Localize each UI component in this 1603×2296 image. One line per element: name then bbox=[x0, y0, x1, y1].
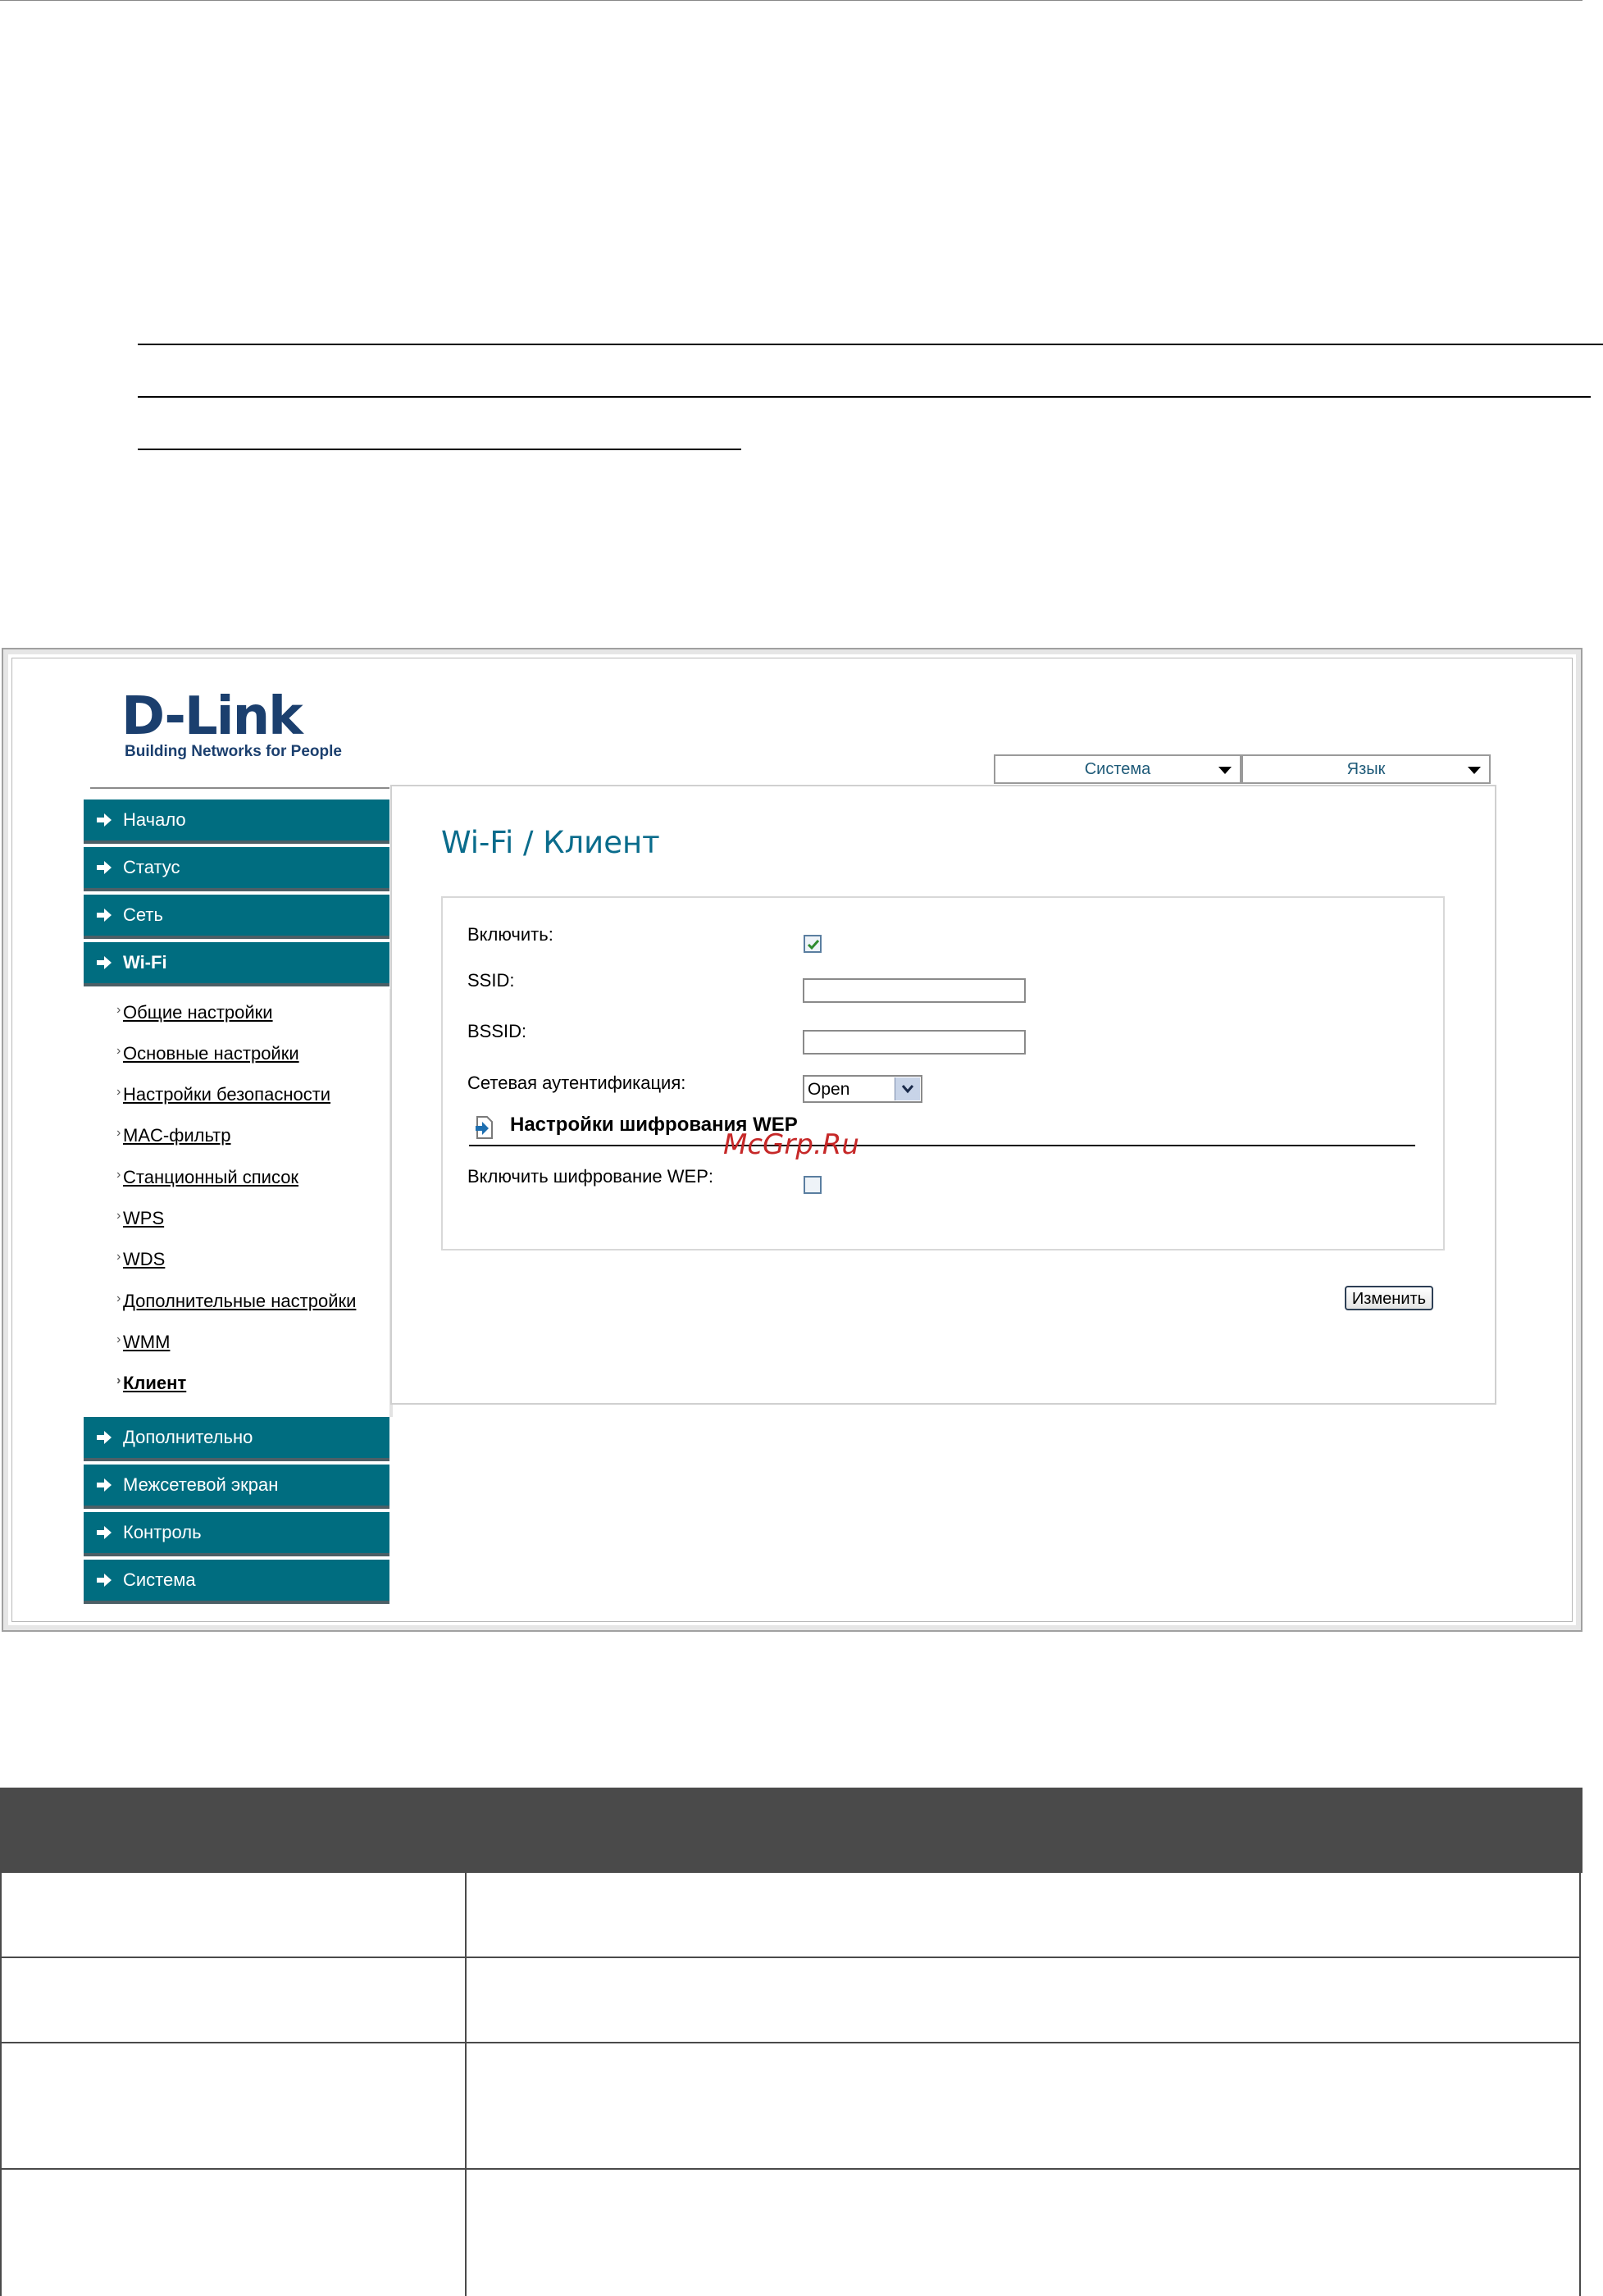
system-menu-label: Система bbox=[1084, 760, 1151, 778]
ssid-label: SSID: bbox=[467, 970, 515, 991]
dlink-logo: D-Link bbox=[121, 686, 303, 747]
enable-checkbox[interactable] bbox=[804, 935, 822, 953]
arrow-right-icon bbox=[97, 813, 112, 827]
subitem-general[interactable]: › Общие настройки bbox=[116, 1002, 273, 1023]
ssid-input[interactable] bbox=[803, 978, 1026, 1003]
apply-button[interactable]: Изменить bbox=[1345, 1286, 1433, 1310]
wep-section-divider bbox=[469, 1145, 1415, 1146]
subitem-basic[interactable]: › Основные настройки bbox=[116, 1043, 299, 1064]
auth-label: Сетевая аутентификация: bbox=[467, 1073, 686, 1093]
bssid-input[interactable] bbox=[803, 1030, 1026, 1055]
subitem-client[interactable]: › Клиент bbox=[116, 1373, 186, 1394]
nav-home-label: Начало bbox=[123, 809, 186, 830]
table-row bbox=[0, 1958, 1581, 2043]
logo-divider bbox=[90, 787, 389, 789]
table-row bbox=[0, 2170, 1581, 2296]
nav-control-label: Контроль bbox=[123, 1522, 202, 1542]
nav-system[interactable]: Система bbox=[84, 1560, 389, 1604]
select-dropdown-button[interactable] bbox=[895, 1077, 920, 1100]
arrow-right-icon bbox=[97, 1478, 112, 1492]
arrow-right-icon bbox=[97, 1526, 112, 1539]
nav-status[interactable]: Статус bbox=[84, 847, 389, 891]
watermark: McGrp.Ru bbox=[723, 1128, 859, 1161]
blank-line-1 bbox=[138, 344, 1603, 345]
subitem-security[interactable]: › Настройки безопасности bbox=[116, 1084, 330, 1105]
wep-enable-checkbox[interactable] bbox=[804, 1176, 822, 1194]
nav-home[interactable]: Начало bbox=[84, 800, 389, 844]
table-row bbox=[0, 1873, 1581, 1958]
arrow-right-icon bbox=[97, 909, 112, 922]
system-menu[interactable]: Система bbox=[994, 754, 1241, 784]
subitem-advanced[interactable]: › Дополнительные настройки bbox=[116, 1291, 356, 1312]
wep-enable-label: Включить шифрование WEP: bbox=[467, 1166, 713, 1187]
chevron-down-icon bbox=[901, 1085, 914, 1094]
nav-wifi[interactable]: Wi-Fi bbox=[84, 942, 389, 986]
nav-network[interactable]: Сеть bbox=[84, 895, 389, 939]
arrow-right-icon bbox=[97, 1574, 112, 1587]
page-title: Wi-Fi / Клиент bbox=[441, 825, 660, 860]
auth-select-value: Open bbox=[808, 1080, 850, 1099]
subitem-wmm[interactable]: › WMM bbox=[116, 1332, 170, 1353]
nav-additional-label: Дополнительно bbox=[123, 1427, 253, 1447]
nav-firewall[interactable]: Межсетевой экран bbox=[84, 1465, 389, 1509]
page-top-rule bbox=[0, 0, 1583, 1]
auth-select[interactable]: Open bbox=[803, 1075, 922, 1103]
nav-network-label: Сеть bbox=[123, 904, 163, 925]
nav-wifi-label: Wi-Fi bbox=[123, 952, 167, 973]
arrow-right-icon bbox=[97, 861, 112, 874]
dlink-tagline: Building Networks for People bbox=[125, 743, 342, 760]
bssid-label: BSSID: bbox=[467, 1021, 527, 1041]
nav-additional[interactable]: Дополнительно bbox=[84, 1417, 389, 1461]
chevron-down-icon bbox=[1218, 767, 1232, 774]
language-menu-label: Язык bbox=[1346, 760, 1386, 778]
blank-line-3 bbox=[138, 449, 741, 450]
nav-firewall-label: Межсетевой экран bbox=[123, 1474, 279, 1495]
subitem-wds[interactable]: › WDS bbox=[116, 1249, 165, 1270]
nav-status-label: Статус bbox=[123, 857, 180, 877]
checkmark-icon bbox=[807, 940, 820, 950]
table-header bbox=[0, 1788, 1583, 1873]
subitem-station-list[interactable]: › Станционный список bbox=[116, 1167, 298, 1188]
blank-line-2 bbox=[138, 396, 1591, 398]
chevron-down-icon bbox=[1468, 767, 1481, 774]
arrow-right-icon bbox=[97, 956, 112, 969]
subitem-mac-filter[interactable]: › MAC-фильтр bbox=[116, 1125, 231, 1146]
nav-control[interactable]: Контроль bbox=[84, 1512, 389, 1556]
arrow-right-icon bbox=[97, 1431, 112, 1444]
nav-system-label: Система bbox=[123, 1569, 196, 1590]
enable-label: Включить: bbox=[467, 924, 553, 945]
table-row bbox=[0, 2043, 1581, 2170]
language-menu[interactable]: Язык bbox=[1241, 754, 1491, 784]
section-arrow-icon bbox=[476, 1116, 493, 1139]
subitem-wps[interactable]: › WPS bbox=[116, 1208, 164, 1229]
